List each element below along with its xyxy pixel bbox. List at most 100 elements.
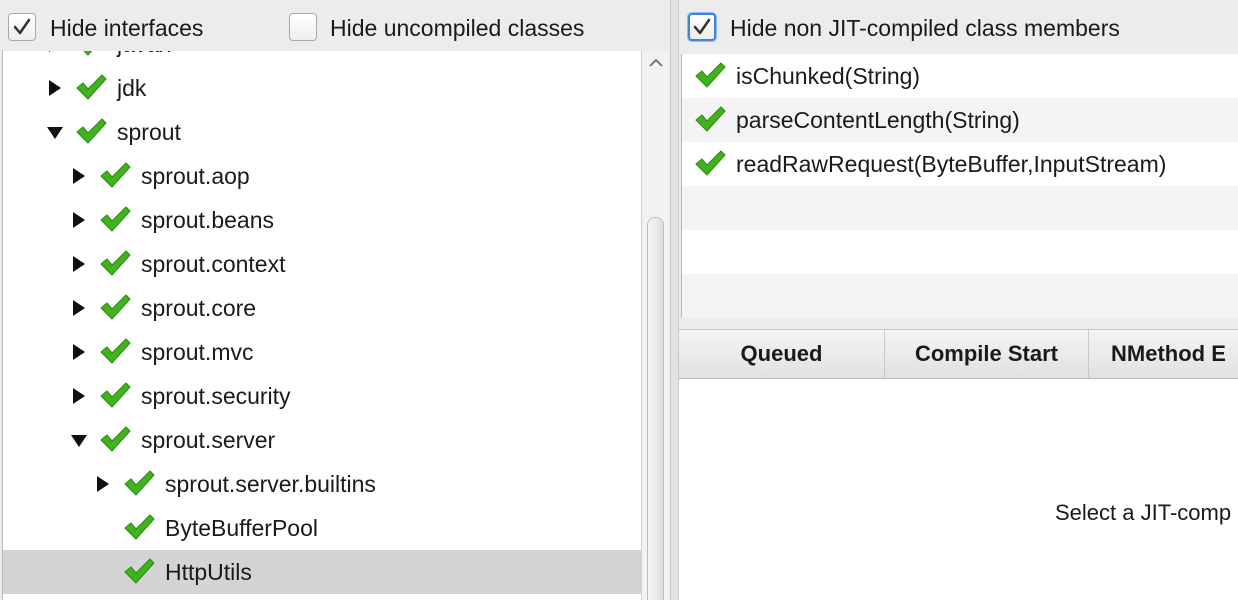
collapsed-triangle-icon[interactable]	[49, 51, 61, 52]
green-check-icon	[124, 470, 155, 496]
green-check-icon	[100, 250, 131, 276]
tree-node-label: sprout.core	[141, 295, 257, 321]
empty-row	[682, 230, 1238, 274]
tree-node-label: ByteBufferPool	[165, 515, 319, 541]
collapsed-triangle-icon[interactable]	[73, 168, 85, 184]
green-check-icon	[100, 294, 131, 320]
column-header-queued[interactable]: Queued	[679, 330, 885, 378]
tree-node[interactable]: sprout.mvc	[3, 330, 641, 374]
member-label: isChunked(String)	[736, 63, 921, 89]
member-status-icon	[694, 104, 726, 139]
class-tree[interactable]: javax jdk sprout sprout.aop sprout.beans spro…	[3, 51, 641, 600]
tree-node[interactable]: jdk	[3, 66, 641, 110]
green-check-icon	[695, 62, 726, 88]
tree-node-label: sprout.server	[141, 427, 276, 453]
member-list[interactable]: isChunked(String) parseContentLength(Stri…	[681, 54, 1238, 318]
tree-node[interactable]: HttpUtils	[3, 550, 641, 594]
member-status-icon	[694, 148, 726, 183]
tree-node[interactable]: sprout.beans	[3, 198, 641, 242]
tree-node[interactable]: sprout	[3, 110, 641, 154]
hide-uncompiled-checkbox[interactable]	[289, 13, 317, 41]
tree-node-label: javax	[117, 51, 171, 58]
checkbox-check-icon	[13, 18, 31, 35]
green-check-icon	[100, 338, 131, 364]
tree-node[interactable]: sprout.security	[3, 374, 641, 418]
member-row[interactable]: parseContentLength(String)	[682, 98, 1238, 142]
node-status-icon	[99, 204, 131, 239]
empty-table-message: Select a JIT-comp	[1055, 500, 1232, 525]
node-status-icon	[99, 248, 131, 283]
green-check-icon	[83, 51, 93, 56]
hide-non-jit-label[interactable]: Hide non JIT-compiled class members	[730, 14, 1120, 42]
expanded-triangle-icon[interactable]	[47, 127, 63, 139]
tree-node-label: sprout	[117, 119, 181, 145]
tree-node-label: sprout.server.builtins	[165, 471, 376, 497]
green-check-icon	[124, 514, 155, 540]
tree-node[interactable]: sprout.server.builtins	[3, 462, 641, 506]
expanded-triangle-icon[interactable]	[71, 435, 87, 447]
node-status-icon	[99, 380, 131, 415]
hide-non-jit-checkbox[interactable]	[688, 13, 716, 41]
hide-uncompiled-label[interactable]: Hide uncompiled classes	[330, 14, 584, 42]
tree-node[interactable]: sprout.core	[3, 286, 641, 330]
green-check-icon	[76, 74, 107, 100]
green-check-icon	[76, 118, 107, 144]
tree-node-label: sprout.mvc	[141, 339, 254, 365]
collapsed-triangle-icon[interactable]	[73, 212, 85, 228]
hide-interfaces-label[interactable]: Hide interfaces	[50, 14, 203, 42]
green-check-icon	[100, 162, 131, 188]
green-check-icon	[100, 206, 131, 232]
collapsed-triangle-icon[interactable]	[73, 256, 85, 272]
green-check-icon	[100, 426, 131, 452]
column-header-nmethod[interactable]: NMethod E	[1089, 330, 1238, 378]
node-status-icon	[123, 556, 155, 591]
tree-node[interactable]: sprout.aop	[3, 154, 641, 198]
tree-node-label: sprout.beans	[141, 207, 274, 233]
member-row[interactable]: isChunked(String)	[682, 54, 1238, 98]
green-check-icon	[695, 150, 726, 176]
split-pane-divider[interactable]	[670, 0, 679, 600]
table-header: Queued Compile Start NMethod E	[679, 330, 1238, 379]
node-status-icon	[75, 116, 107, 151]
collapsed-triangle-icon[interactable]	[73, 344, 85, 360]
node-status-icon	[123, 468, 155, 503]
tree-node-label: jdk	[117, 75, 147, 101]
column-header-compile-start[interactable]: Compile Start	[885, 330, 1089, 378]
checkbox-check-icon	[693, 18, 711, 35]
class-tree-panel: Hide interfaces Hide uncompiled classes …	[0, 0, 670, 600]
node-status-icon	[99, 424, 131, 459]
tree-node-label: HttpUtils	[165, 559, 252, 585]
compilation-table: Queued Compile Start NMethod E Select a …	[679, 329, 1238, 600]
green-check-icon	[124, 558, 155, 584]
tree-node[interactable]: sprout.server	[3, 418, 641, 462]
node-status-icon	[99, 336, 131, 371]
member-status-icon	[694, 60, 726, 95]
tree-vertical-scrollbar[interactable]	[641, 51, 669, 600]
tree-node[interactable]: sprout.context	[3, 242, 641, 286]
tree-node-label: sprout.security	[141, 383, 291, 409]
empty-row	[682, 274, 1238, 318]
collapsed-triangle-icon[interactable]	[49, 80, 61, 96]
collapsed-triangle-icon[interactable]	[73, 388, 85, 404]
node-status-icon	[123, 512, 155, 547]
node-status-icon	[99, 160, 131, 195]
class-members-panel: Hide non JIT-compiled class members isCh…	[679, 0, 1238, 600]
tree-node[interactable]: javax	[3, 51, 641, 66]
member-row[interactable]: readRawRequest(ByteBuffer,InputStream)	[682, 142, 1238, 186]
tree-node-label: sprout.context	[141, 251, 286, 277]
tree-node-label: sprout.aop	[141, 163, 250, 189]
tree-node[interactable]: ByteBufferPool	[3, 506, 641, 550]
green-check-icon	[100, 382, 131, 408]
empty-row	[682, 186, 1238, 230]
member-label: readRawRequest(ByteBuffer,InputStream)	[736, 151, 1167, 177]
scroll-up-icon[interactable]	[648, 55, 664, 71]
collapsed-triangle-icon[interactable]	[73, 300, 85, 316]
green-check-icon	[695, 106, 726, 132]
node-status-icon	[75, 51, 107, 63]
scrollbar-thumb[interactable]	[647, 217, 664, 600]
node-status-icon	[75, 72, 107, 107]
node-status-icon	[99, 292, 131, 327]
hide-interfaces-checkbox[interactable]	[8, 13, 36, 41]
member-label: parseContentLength(String)	[736, 107, 1020, 133]
collapsed-triangle-icon[interactable]	[97, 476, 109, 492]
